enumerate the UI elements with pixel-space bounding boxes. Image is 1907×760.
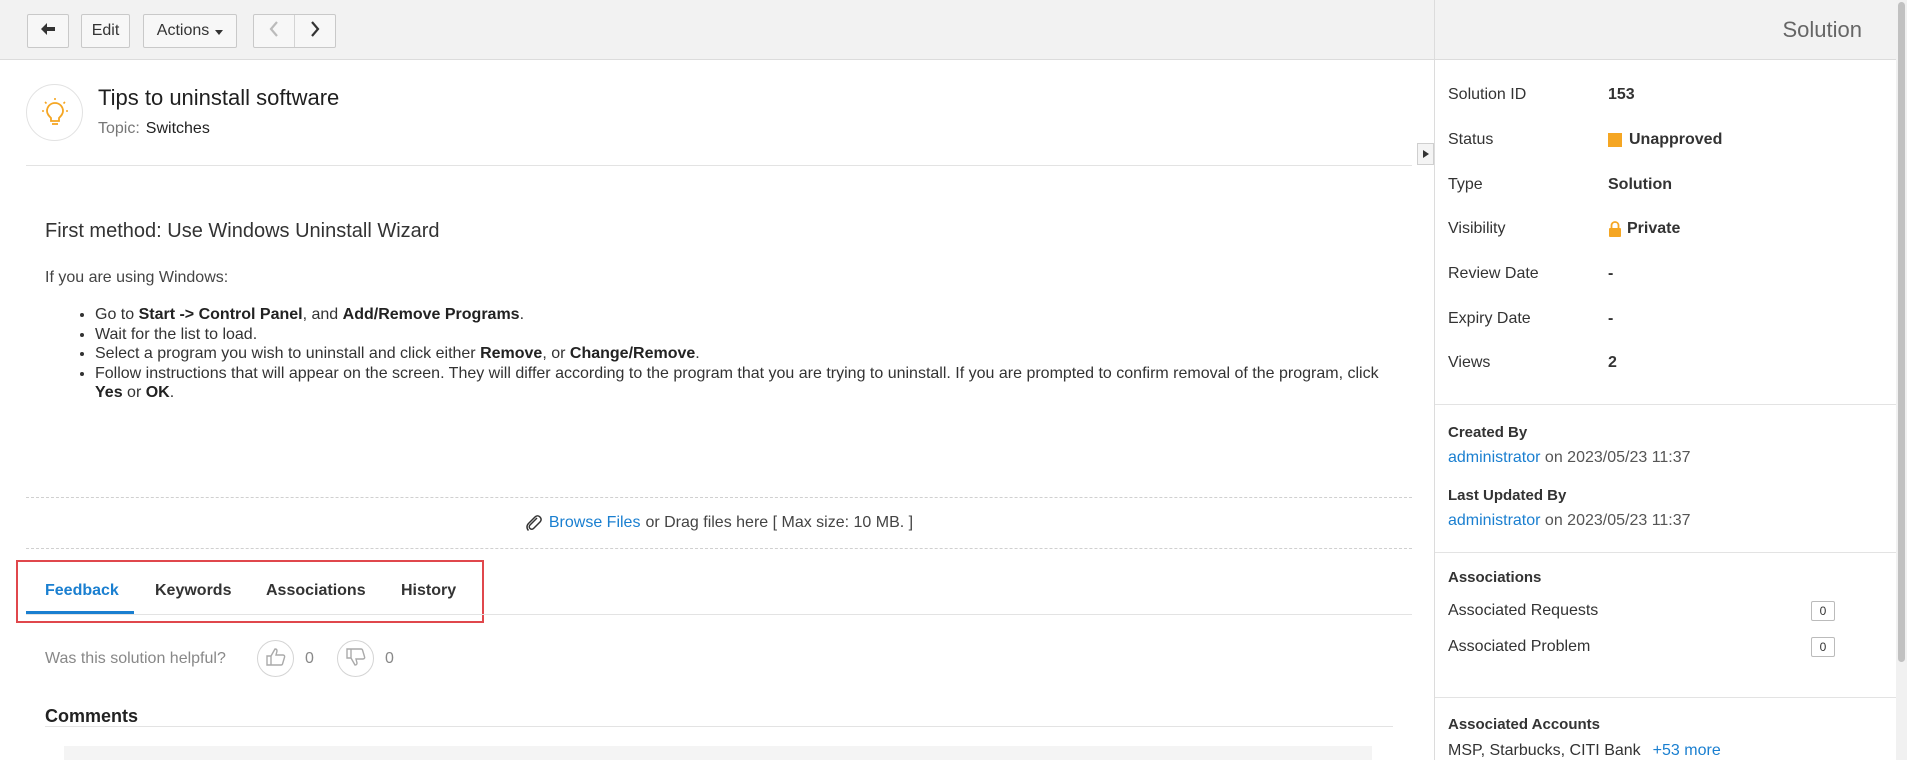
created-by-user-link[interactable]: administrator [1448, 449, 1540, 466]
likes-count: 0 [305, 650, 314, 667]
created-by-line: administrator on 2023/05/23 11:37 [1448, 449, 1691, 467]
comment-input[interactable] [64, 746, 1372, 760]
created-by-date: on 2023/05/23 11:37 [1540, 449, 1691, 466]
lock-icon [1608, 220, 1622, 238]
back-button[interactable] [27, 14, 69, 48]
chevron-right-icon [310, 20, 320, 42]
content-heading: First method: Use Windows Uninstall Wiza… [45, 220, 440, 242]
prop-label-type: Type [1448, 176, 1483, 193]
thumbs-up-icon [265, 647, 286, 670]
prop-label-review-date: Review Date [1448, 265, 1539, 282]
updated-by-line: administrator on 2023/05/23 11:37 [1448, 512, 1691, 530]
updated-by-date: on 2023/05/23 11:37 [1540, 512, 1691, 529]
upload-hint: or Drag files here [ Max size: 10 MB. ] [645, 514, 914, 531]
comments-heading: Comments [45, 706, 139, 726]
lightbulb-icon [26, 84, 83, 141]
tab-keywords[interactable]: Keywords [155, 582, 231, 600]
list-item: Wait for the list to load. [95, 325, 1405, 345]
topic: Topic: Switches [98, 120, 210, 138]
associated-requests-count: 0 [1811, 601, 1835, 621]
thumbs-down-icon [345, 647, 366, 670]
prop-value-type: Solution [1608, 176, 1672, 193]
thumbs-up-button[interactable] [257, 640, 294, 677]
topic-value: Switches [145, 120, 210, 137]
edit-button[interactable]: Edit [81, 14, 130, 48]
divider [26, 165, 1412, 166]
prop-label-status: Status [1448, 131, 1494, 148]
divider [1435, 404, 1897, 405]
tab-feedback[interactable]: Feedback [45, 582, 119, 600]
thumbs-down-button[interactable] [337, 640, 374, 677]
prop-label-solution-id: Solution ID [1448, 86, 1527, 103]
previous-button[interactable] [254, 15, 295, 47]
content-intro: If you are using Windows: [45, 269, 229, 286]
created-by-heading: Created By [1448, 424, 1528, 441]
associated-problem-label[interactable]: Associated Problem [1448, 638, 1590, 656]
prop-value-solution-id: 153 [1608, 86, 1635, 103]
prop-value-visibility: Private [1608, 220, 1680, 238]
tab-associations[interactable]: Associations [266, 582, 366, 600]
scrollbar[interactable] [1896, 0, 1907, 760]
caret-down-icon [215, 29, 224, 35]
prop-label-views: Views [1448, 354, 1491, 371]
file-drop-zone[interactable]: Browse Files or Drag files here [ Max si… [26, 497, 1412, 549]
dislikes-count: 0 [385, 650, 394, 667]
page-title: Tips to uninstall software [98, 85, 340, 110]
properties-sidebar: Solution Solution ID 153 Status Unapprov… [1434, 0, 1897, 760]
prop-label-visibility: Visibility [1448, 220, 1506, 237]
toolbar: Edit Actions [0, 0, 1434, 60]
associated-accounts-line: MSP, Starbucks, CITI Bank +53 more [1448, 742, 1721, 760]
updated-by-heading: Last Updated By [1448, 487, 1567, 504]
helpful-question: Was this solution helpful? [45, 650, 226, 667]
record-navigation [253, 14, 336, 48]
list-item: Select a program you wish to uninstall a… [95, 344, 1405, 364]
prop-value-status: Unapproved [1608, 131, 1722, 149]
topic-label: Topic: [98, 120, 140, 137]
divider [1435, 697, 1897, 698]
comments-divider [45, 726, 1393, 727]
arrow-left-icon [40, 22, 56, 41]
paperclip-icon [525, 514, 543, 532]
actions-dropdown[interactable]: Actions [143, 14, 237, 48]
main-panel: Edit Actions Tips to uninstall software … [0, 0, 1434, 760]
divider [1435, 552, 1897, 553]
more-accounts-link[interactable]: +53 more [1653, 742, 1721, 759]
prop-value-views: 2 [1608, 354, 1617, 371]
status-text: Unapproved [1629, 131, 1723, 148]
sidebar-toggle-button[interactable] [1417, 143, 1434, 165]
tab-history[interactable]: History [401, 582, 456, 600]
prop-value-review-date: - [1608, 265, 1614, 282]
associations-heading: Associations [1448, 569, 1542, 586]
sidebar-title: Solution [1782, 17, 1862, 42]
associated-accounts-heading: Associated Accounts [1448, 716, 1600, 733]
chevron-left-icon [269, 20, 279, 42]
visibility-text: Private [1627, 220, 1681, 237]
prop-label-expiry-date: Expiry Date [1448, 310, 1531, 327]
active-tab-indicator [26, 611, 134, 614]
associated-problem-count: 0 [1811, 637, 1835, 657]
next-button[interactable] [295, 15, 336, 47]
prop-value-expiry-date: - [1608, 310, 1614, 327]
associated-accounts-list: MSP, Starbucks, CITI Bank [1448, 742, 1641, 759]
triangle-right-icon [1422, 150, 1429, 158]
list-item: Go to Start -> Control Panel, and Add/Re… [95, 305, 1405, 325]
scrollbar-thumb[interactable] [1898, 2, 1905, 662]
actions-label: Actions [156, 22, 210, 39]
steps-list: Go to Start -> Control Panel, and Add/Re… [45, 305, 1405, 403]
browse-files-link[interactable]: Browse Files [549, 514, 641, 532]
status-square-icon [1608, 133, 1622, 147]
sidebar-header: Solution [1435, 0, 1897, 60]
tabs-divider [26, 614, 1412, 615]
solution-content: First method: Use Windows Uninstall Wiza… [45, 220, 1405, 403]
list-item: Follow instructions that will appear on … [95, 364, 1405, 403]
associated-requests-label[interactable]: Associated Requests [1448, 602, 1598, 620]
updated-by-user-link[interactable]: administrator [1448, 512, 1540, 529]
